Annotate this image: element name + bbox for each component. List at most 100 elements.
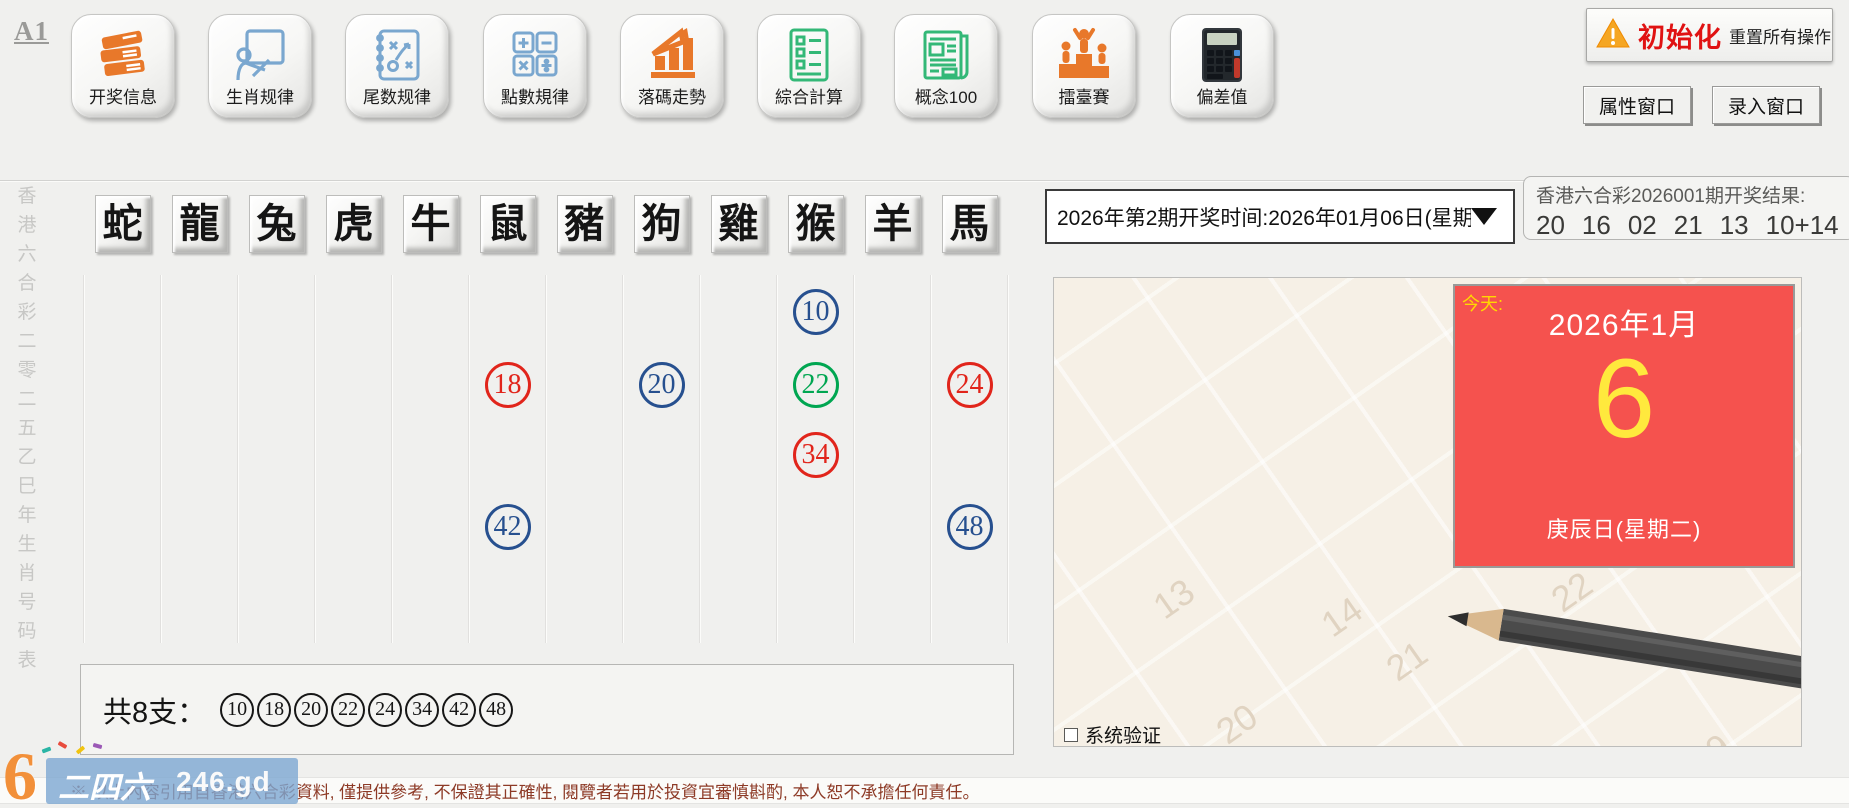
checkbox-box[interactable] — [1064, 727, 1078, 742]
zodiac-key-label: 龍 — [179, 201, 220, 246]
form-corner-label: A1 — [14, 16, 49, 46]
today-date-card: 今天: 2026年1月 6 庚辰日(星期二) — [1453, 284, 1795, 568]
zodiac-key-label: 猴 — [795, 201, 836, 246]
result-number: 20 — [1536, 210, 1565, 240]
zodiac-key-label: 羊 — [872, 201, 913, 246]
zodiac-key-12[interactable]: 馬 — [941, 195, 998, 253]
toolbar-button-composite-calc[interactable]: 綜合計算 — [757, 14, 861, 118]
grid-column-line — [930, 275, 932, 643]
draw-period-value: 2026年第2期开奖时间:2026年01月06日(星期二) — [1057, 206, 1471, 230]
calendar-day-number: 6 — [1592, 336, 1656, 461]
property-window-button[interactable]: 属性窗口 — [1583, 86, 1691, 124]
last-result-label: 香港六合彩2026001期开奖结果: — [1536, 186, 1806, 207]
podium-icon — [1055, 24, 1113, 93]
number-ball-10: 10 — [792, 289, 839, 335]
grid-column-line — [160, 275, 162, 643]
newspaper-icon — [917, 24, 975, 93]
result-number: 13 — [1719, 210, 1749, 240]
zodiac-key-7[interactable]: 豬 — [556, 195, 613, 253]
app-window: A1 开奖信息 生肖规律 尾数规律 點數規律 落碼走勢 綜合計算 概念100 擂… — [0, 0, 1849, 808]
initialize-label: 初始化 — [1638, 22, 1722, 53]
number-ball-22: 22 — [792, 362, 839, 408]
toolbar-button-draw-info[interactable]: 开奖信息 — [71, 14, 175, 118]
zodiac-key-6[interactable]: 鼠 — [479, 195, 536, 253]
toolbar-button-deviation[interactable]: 偏差值 — [1170, 14, 1274, 118]
toolbar-button-arena[interactable]: 擂臺賽 — [1032, 14, 1136, 118]
watermark-domain: 246.gd — [176, 766, 271, 797]
playbook-icon — [368, 24, 426, 93]
sidebar-vertical-title: 香港六合彩二零二五乙巳年生肖号码表 — [17, 186, 37, 671]
summary-number-20: 20 — [294, 692, 329, 727]
entry-window-button[interactable]: 录入窗口 — [1712, 86, 1820, 124]
zodiac-key-label: 雞 — [718, 201, 759, 246]
grid-column-line — [314, 275, 316, 643]
chevron-down-icon[interactable] — [1471, 208, 1497, 225]
zodiac-key-10[interactable]: 猴 — [787, 195, 844, 253]
result-number: 21 — [1673, 210, 1703, 240]
watermark-logo: 6 — [3, 738, 37, 808]
number-ball-48: 48 — [946, 504, 993, 550]
zodiac-key-9[interactable]: 雞 — [710, 195, 767, 253]
grid-column-line — [83, 275, 85, 643]
result-number: 16 — [1581, 210, 1611, 240]
entry-window-label: 录入窗口 — [1727, 96, 1804, 118]
grid-column-line — [545, 275, 547, 643]
zodiac-key-label: 虎 — [333, 201, 374, 246]
zodiac-key-11[interactable]: 羊 — [864, 195, 921, 253]
zodiac-key-label: 鼠 — [487, 201, 528, 246]
toolbar-button-concept-100[interactable]: 概念100 — [894, 14, 998, 118]
summary-count-label: 共8支： — [103, 696, 207, 729]
number-ball-20: 20 — [638, 362, 685, 408]
grid-column-line — [776, 275, 778, 643]
summary-number-48: 48 — [479, 692, 514, 727]
zodiac-key-3[interactable]: 兔 — [248, 195, 305, 253]
zodiac-key-label: 狗 — [641, 201, 682, 246]
calculator-icon — [1193, 24, 1251, 93]
zodiac-key-1[interactable]: 蛇 — [94, 195, 151, 253]
grid-column-line — [622, 275, 624, 643]
zodiac-key-2[interactable]: 龍 — [171, 195, 228, 253]
checklist-icon — [780, 24, 838, 93]
last-result-panel: 香港六合彩2026001期开奖结果: 20 16 02 21 13 10+14 — [1523, 176, 1849, 240]
number-ball-42: 42 — [484, 504, 531, 550]
checkbox-label: 系统验证 — [1085, 726, 1162, 747]
summary-number-34: 34 — [405, 692, 440, 727]
number-ball-34: 34 — [792, 432, 839, 478]
initialize-sublabel: 重置所有操作 — [1729, 27, 1831, 47]
books-icon — [94, 24, 152, 93]
draw-period-dropdown[interactable]: 2026年第2期开奖时间:2026年01月06日(星期二) — [1045, 189, 1515, 244]
calendar-panel: 131421202229 今天: 2026年1月 6 庚辰日(星期二) 系统验证 — [1053, 277, 1802, 747]
grid-column-line — [1007, 275, 1009, 643]
toolbar-button-trend[interactable]: 落碼走勢 — [620, 14, 724, 118]
number-ball-18: 18 — [484, 362, 531, 408]
last-result-numbers: 20 16 02 21 13 10+14 — [1536, 210, 1849, 241]
grid-column-line — [391, 275, 393, 643]
grid-column-line — [468, 275, 470, 643]
zodiac-key-label: 豬 — [564, 201, 605, 246]
result-number: 10+14 — [1765, 210, 1839, 240]
zodiac-key-5[interactable]: 牛 — [402, 195, 459, 253]
warning-triangle-icon — [1595, 17, 1631, 54]
result-number: 02 — [1627, 210, 1657, 240]
bar-chart-icon — [643, 24, 701, 93]
zodiac-key-label: 牛 — [410, 201, 451, 246]
summary-number-22: 22 — [331, 692, 366, 727]
today-label: 今天: — [1462, 294, 1504, 314]
zodiac-key-label: 兔 — [256, 201, 297, 246]
summary-number-list: 10 18 20 22 24 34 42 48 — [220, 692, 516, 727]
toolbar-button-tail-rule[interactable]: 尾数规律 — [345, 14, 449, 118]
number-ball-24: 24 — [946, 362, 993, 408]
calendar-day-info: 庚辰日(星期二) — [1546, 517, 1702, 542]
summary-number-18: 18 — [257, 692, 292, 727]
property-window-label: 属性窗口 — [1598, 96, 1675, 118]
toolbar-button-points-rule[interactable]: 點數規律 — [483, 14, 587, 118]
zodiac-key-8[interactable]: 狗 — [633, 195, 690, 253]
zodiac-key-label: 蛇 — [102, 201, 143, 246]
zodiac-key-4[interactable]: 虎 — [325, 195, 382, 253]
system-verify-checkbox[interactable]: 系统验证 — [1064, 721, 1162, 747]
toolbar-button-zodiac-rule[interactable]: 生肖规律 — [208, 14, 312, 118]
math-grid-icon — [506, 24, 564, 93]
initialize-button[interactable]: 初始化 重置所有操作 — [1586, 8, 1833, 62]
presentation-icon — [231, 24, 289, 93]
zodiac-key-label: 馬 — [949, 201, 990, 246]
